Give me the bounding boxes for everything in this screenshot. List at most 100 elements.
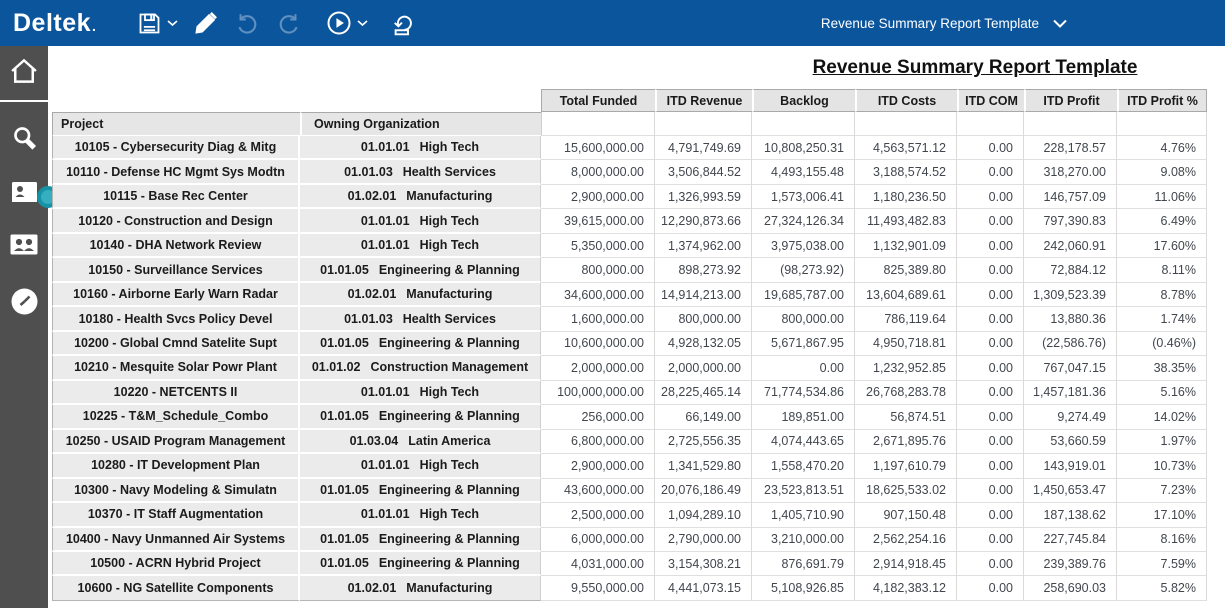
value-cell: 10,600,000.00 [541, 332, 655, 356]
project-cell: 10600 - NG Satellite Components [52, 576, 300, 600]
value-cell: 1,309,523.39 [1024, 283, 1117, 307]
project-cell: 10160 - Airborne Early Warn Radar [52, 283, 300, 307]
report-template-selector[interactable]: Revenue Summary Report Template [821, 0, 1067, 46]
table-row[interactable]: 10370 - IT Staff Augmentation01.01.01Hig… [52, 503, 1207, 527]
table-row[interactable]: 10250 - USAID Program Management01.03.04… [52, 430, 1207, 454]
table-row[interactable]: 10115 - Base Rec Center01.02.01Manufactu… [52, 185, 1207, 209]
value-cell: 8.11% [1117, 258, 1207, 282]
undo-button[interactable] [229, 7, 265, 39]
table-row[interactable]: 10220 - NETCENTS II01.01.01High Tech100,… [52, 381, 1207, 405]
value-cell: 20,076,186.49 [655, 479, 752, 503]
value-cell: 0.00 [957, 283, 1024, 307]
org-name: Manufacturing [406, 189, 492, 203]
value-cell: 318,270.00 [1024, 160, 1117, 184]
sidebar-item-history[interactable] [0, 288, 48, 320]
value-cell: 5,350,000.00 [541, 234, 655, 258]
export-button[interactable] [386, 8, 421, 39]
redo-button[interactable] [271, 7, 307, 39]
value-cell: 1,573,006.41 [752, 185, 855, 209]
table-row[interactable]: 10110 - Defense HC Mgmt Sys Modtn01.01.0… [52, 160, 1207, 184]
value-cell: 1,326,993.59 [655, 185, 752, 209]
value-cell: 0.00 [752, 356, 855, 380]
column-header-backlog: Backlog [752, 89, 855, 112]
people-icon [10, 234, 38, 260]
table-row[interactable]: 10300 - Navy Modeling & Simulatn01.01.05… [52, 479, 1207, 503]
table-row[interactable]: 10140 - DHA Network Review01.01.01High T… [52, 234, 1207, 258]
org-name: Latin America [408, 434, 490, 448]
org-name: High Tech [420, 385, 480, 399]
redo-icon [275, 9, 303, 37]
sidebar-item-search[interactable] [0, 124, 48, 156]
org-code: 01.01.01 [361, 385, 410, 399]
value-cell: 12,290,873.66 [655, 209, 752, 233]
value-cell: 11,493,482.83 [855, 209, 957, 233]
value-cell: 187,138.62 [1024, 503, 1117, 527]
table-row[interactable]: 10600 - NG Satellite Components01.02.01M… [52, 576, 1207, 600]
org-code: 01.02.01 [348, 287, 397, 301]
table-row[interactable]: 10160 - Airborne Early Warn Radar 01.02.0… [52, 283, 1207, 307]
value-cell: 797,390.83 [1024, 209, 1117, 233]
top-bar: Deltek. [0, 0, 1225, 46]
play-circle-icon [325, 9, 353, 37]
value-cell: 6,800,000.00 [541, 430, 655, 454]
column-header-itd-costs: ITD Costs [855, 89, 957, 112]
home-icon [9, 57, 39, 90]
sidebar-item-people[interactable] [0, 234, 48, 260]
project-cell: 10115 - Base Rec Center [52, 185, 300, 209]
table-row[interactable]: 10225 - T&M_Schedule_Combo01.01.05Engine… [52, 405, 1207, 429]
table-row[interactable]: 10280 - IT Development Plan01.01.01High … [52, 454, 1207, 478]
org-name: Engineering & Planning [379, 556, 520, 570]
value-cell: 13,880.36 [1024, 307, 1117, 331]
value-cell: 4,074,443.65 [752, 430, 855, 454]
sidebar [0, 46, 48, 608]
value-cell: 7.59% [1117, 552, 1207, 576]
value-cell: 5.82% [1117, 576, 1207, 600]
value-cell: 800,000.00 [655, 307, 752, 331]
edit-button[interactable] [188, 8, 223, 39]
value-cell: 825,389.80 [855, 258, 957, 282]
org-name: Engineering & Planning [379, 409, 520, 423]
clock-icon [11, 288, 38, 320]
table-row[interactable]: 10500 - ACRN Hybrid Project01.01.05Engin… [52, 552, 1207, 576]
value-cell: 0.00 [957, 576, 1024, 600]
value-cell: 9,274.49 [1024, 405, 1117, 429]
table-row[interactable]: 10210 - Mesquite Solar Powr Plant01.01.0… [52, 356, 1207, 380]
table-row[interactable]: 10150 - Surveillance Services01.01.05Eng… [52, 258, 1207, 282]
table-row[interactable]: 10105 - Cybersecurity Diag & Mitg01.01.0… [52, 136, 1207, 160]
value-cell: 1,558,470.20 [752, 454, 855, 478]
save-button[interactable] [132, 8, 182, 39]
org-name: Health Services [403, 312, 496, 326]
value-cell: 4,441,073.15 [655, 576, 752, 600]
value-cell: 4,950,718.81 [855, 332, 957, 356]
value-cell: 3,506,844.52 [655, 160, 752, 184]
report-table: Total Funded ITD Revenue Backlog ITD Cos… [52, 89, 1207, 601]
value-cell: 4,791,749.69 [655, 136, 752, 160]
org-code: 01.01.05 [320, 336, 369, 350]
value-cell: 143,919.01 [1024, 454, 1117, 478]
value-cell: (98,273.92) [752, 258, 855, 282]
sidebar-item-home[interactable] [0, 46, 48, 100]
project-cell: 10225 - T&M_Schedule_Combo [52, 405, 300, 429]
value-cell: 0.00 [957, 503, 1024, 527]
value-cell: 898,273.92 [655, 258, 752, 282]
project-cell: 10220 - NETCENTS II [52, 381, 300, 405]
chevron-down-icon [1053, 16, 1067, 31]
deltek-logo: Deltek. [13, 9, 96, 38]
org-name: High Tech [420, 507, 480, 521]
value-cell: 2,900,000.00 [541, 185, 655, 209]
value-cell: 17.10% [1117, 503, 1207, 527]
value-cell: 6.49% [1117, 209, 1207, 233]
table-row[interactable]: 10120 - Construction and Design01.01.01H… [52, 209, 1207, 233]
table-row[interactable]: 10200 - Global Cmnd Satelite Supt01.01.0… [52, 332, 1207, 356]
value-cell: 1,405,710.90 [752, 503, 855, 527]
value-cell: 53,660.59 [1024, 430, 1117, 454]
owning-organization-cell: 01.01.05Engineering & Planning [300, 405, 541, 429]
org-code: 01.01.05 [320, 532, 369, 546]
table-row[interactable]: 10180 - Health Svcs Policy Devel01.01.03… [52, 307, 1207, 331]
value-cell: 0.00 [957, 332, 1024, 356]
table-row[interactable]: 10400 - Navy Unmanned Air Systems01.01.0… [52, 528, 1207, 552]
run-button[interactable] [321, 7, 372, 39]
value-cell: 18,625,533.02 [855, 479, 957, 503]
value-cell: 1,374,962.00 [655, 234, 752, 258]
chevron-down-icon [357, 19, 368, 27]
